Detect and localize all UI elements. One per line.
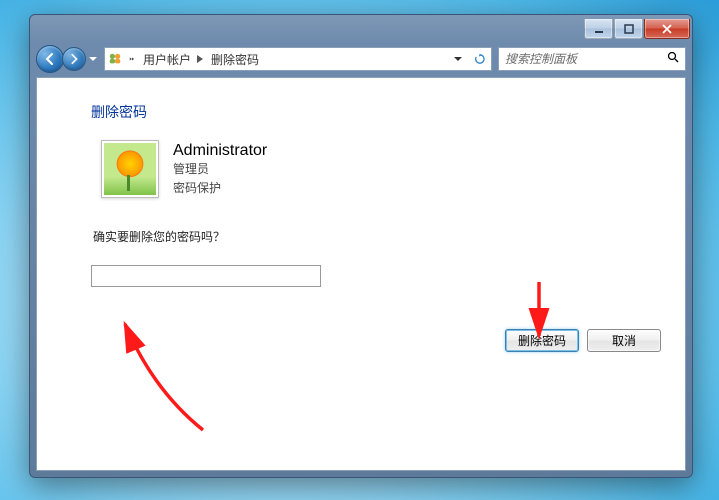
close-button[interactable] [644, 19, 690, 39]
breadcrumb-sep-1[interactable] [193, 48, 207, 70]
chevron-down-icon [454, 55, 462, 63]
delete-password-button[interactable]: 删除密码 [505, 329, 579, 352]
navigation-bar: 用户帐户 删除密码 [36, 43, 686, 75]
avatar [101, 140, 159, 198]
minimize-button[interactable] [584, 19, 613, 39]
close-icon [662, 24, 672, 34]
refresh-button[interactable] [469, 48, 491, 70]
user-accounts-icon [105, 52, 125, 66]
user-summary: Administrator 管理员 密码保护 [101, 140, 631, 198]
user-role-label: 管理员 [173, 160, 267, 179]
titlebar [30, 15, 692, 43]
user-name-label: Administrator [173, 142, 267, 160]
annotation-arrow-input [103, 310, 223, 440]
search-icon [667, 50, 679, 68]
avatar-image [104, 143, 156, 195]
control-panel-window: 用户帐户 删除密码 删除密码 Administrator 管理员 [29, 14, 693, 478]
forward-button[interactable] [62, 47, 86, 71]
breadcrumb-delete-password[interactable]: 删除密码 [207, 48, 261, 70]
breadcrumb-seg1-label: 用户帐户 [143, 51, 191, 68]
confirm-prompt: 确实要删除您的密码吗？ [93, 228, 631, 245]
recent-locations-button[interactable] [86, 49, 100, 69]
minimize-icon [594, 24, 604, 34]
breadcrumb-root-sep[interactable] [125, 48, 139, 70]
back-button[interactable] [36, 45, 64, 73]
content-area: 删除密码 Administrator 管理员 密码保护 确实要删除您的密码吗？ … [36, 77, 686, 471]
chevron-down-icon [89, 55, 97, 63]
breadcrumb-seg2-label: 删除密码 [211, 51, 259, 68]
breadcrumb-user-accounts[interactable]: 用户帐户 [139, 48, 193, 70]
window-controls [584, 19, 690, 39]
cancel-button[interactable]: 取消 [587, 329, 661, 352]
maximize-icon [624, 24, 634, 34]
maximize-button[interactable] [614, 19, 643, 39]
search-box[interactable] [498, 47, 686, 71]
refresh-icon [475, 54, 485, 64]
nav-arrows [36, 45, 100, 73]
page-title: 删除密码 [91, 102, 631, 122]
button-row: 删除密码 取消 [505, 329, 661, 352]
search-input[interactable] [505, 52, 667, 66]
arrow-right-icon [68, 53, 80, 65]
user-protection-label: 密码保护 [173, 179, 267, 198]
address-dropdown-button[interactable] [447, 48, 469, 70]
address-bar[interactable]: 用户帐户 删除密码 [104, 47, 492, 71]
password-input[interactable] [91, 265, 321, 287]
arrow-left-icon [43, 52, 57, 66]
